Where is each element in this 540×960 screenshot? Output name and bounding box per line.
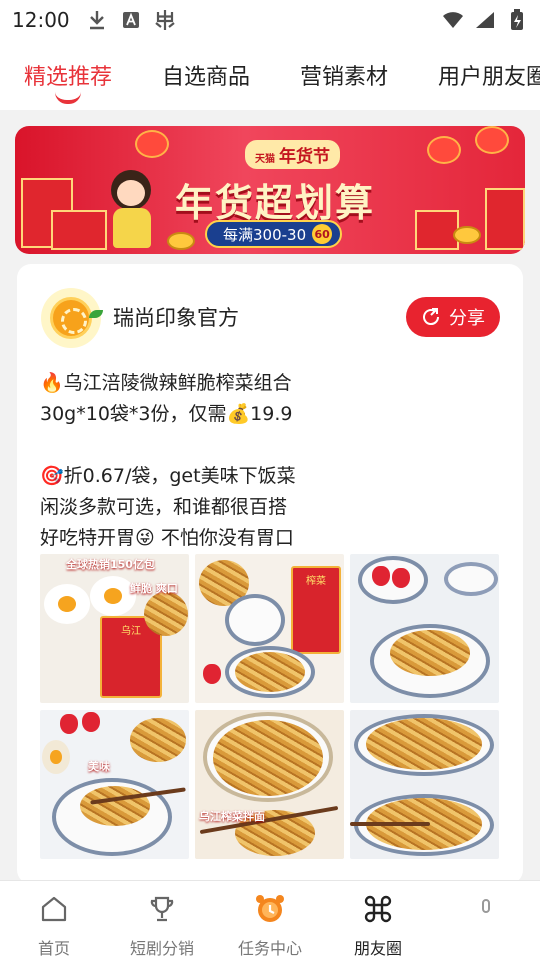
- pickle-dish-image: [130, 718, 186, 762]
- banner-badge-prefix: 天猫: [255, 154, 275, 165]
- tab-recommended[interactable]: 精选推荐: [24, 40, 112, 110]
- post-card: 瑞尚印象官方 分享 🔥乌江涪陵微辣鲜脆榨菜组合 30g*10袋*3份，仅需💰19…: [17, 264, 523, 884]
- store-name[interactable]: 瑞尚印象官方: [113, 302, 239, 332]
- status-bar: 12:00: [0, 0, 540, 40]
- avatar[interactable]: [41, 288, 103, 348]
- post-photo[interactable]: 乌江 全球热销150亿包 鲜脆 爽口: [40, 554, 189, 703]
- leaf-icon: [89, 310, 103, 318]
- pickle-dish-image: [390, 630, 470, 676]
- home-icon: [38, 893, 70, 925]
- nav-short-drama[interactable]: 短剧分销: [108, 881, 216, 960]
- a-icon: [120, 9, 142, 31]
- gift-box-decoration: [415, 210, 459, 250]
- app-icon: [154, 9, 176, 31]
- lantern-decoration: [427, 136, 461, 164]
- post-photo[interactable]: 美味: [40, 710, 189, 859]
- tab-active-indicator: [55, 92, 81, 104]
- lantern-decoration: [135, 130, 169, 158]
- coin-decoration: [453, 226, 481, 244]
- strawberry-image: [203, 664, 221, 684]
- bottom-nav: 首页 短剧分销 任务中心 朋友圈: [0, 880, 540, 960]
- status-time: 12:00: [12, 8, 70, 32]
- banner-promo-badge: 60: [312, 224, 333, 244]
- share-icon: [421, 307, 441, 327]
- post-text: 🔥乌江涪陵微辣鲜脆榨菜组合 30g*10袋*3份，仅需💰19.9 🎯折0.67/…: [40, 372, 296, 549]
- nav-moments[interactable]: 朋友圈: [324, 881, 432, 960]
- strawberry-image: [392, 568, 410, 588]
- banner-badge: 天猫 年货节: [245, 140, 340, 169]
- photo-caption: 全球热销150亿包: [66, 558, 155, 571]
- gift-box-decoration: [485, 188, 525, 250]
- command-icon: [362, 893, 394, 925]
- girl-illustration: [103, 170, 161, 248]
- battery-icon: [506, 9, 528, 31]
- tab-label: 精选推荐: [24, 65, 113, 90]
- trophy-icon: [146, 893, 178, 925]
- post-photo[interactable]: 榨菜: [195, 554, 344, 703]
- orange-logo-icon: [50, 297, 92, 339]
- photo-caption: 美味: [88, 760, 110, 773]
- tab-label: 营销素材: [300, 65, 389, 90]
- lock-icon: [470, 893, 502, 925]
- strawberry-image: [372, 566, 390, 586]
- tab-label: 自选商品: [162, 65, 251, 90]
- download-icon: [86, 9, 108, 31]
- status-icons-right: [442, 9, 528, 31]
- post-photo[interactable]: [350, 554, 499, 703]
- nav-home[interactable]: 首页: [0, 881, 108, 960]
- tab-label: 用户朋友圈: [438, 65, 540, 90]
- pickle-dish-image: [235, 652, 305, 692]
- post-photo[interactable]: [350, 710, 499, 859]
- pickle-dish-image: [80, 786, 150, 826]
- share-label: 分享: [449, 308, 485, 329]
- photo-grid: 乌江 全球热销150亿包 鲜脆 爽口 榨菜 美味 乌江榨菜拌面: [40, 554, 500, 860]
- banner-title: 年货超划算: [175, 181, 376, 225]
- gift-box-decoration: [51, 210, 107, 250]
- tab-marketing-materials[interactable]: 营销素材: [300, 40, 388, 110]
- nav-more[interactable]: [432, 881, 540, 960]
- tab-user-moments[interactable]: 用户朋友圈: [438, 40, 540, 110]
- promo-banner[interactable]: 天猫 年货节 年货超划算 每满300-30 60: [15, 126, 525, 254]
- chopsticks-image: [350, 822, 430, 826]
- photo-caption: 乌江榨菜拌面: [199, 810, 265, 823]
- status-icons-left: [86, 9, 176, 31]
- egg-image: [42, 740, 70, 774]
- strawberry-image: [60, 714, 78, 734]
- nav-label: 朋友圈: [353, 939, 402, 958]
- nav-label: 短剧分销: [129, 939, 194, 958]
- pickle-dish-image: [366, 718, 482, 770]
- nav-task-center[interactable]: 任务中心: [216, 881, 324, 960]
- banner-promo-text: 每满300-30: [223, 225, 307, 244]
- plate-image: [444, 562, 498, 596]
- signal-icon: [474, 9, 496, 31]
- wifi-icon: [442, 9, 464, 31]
- porridge-bowl-image: [225, 594, 285, 646]
- egg-image: [44, 584, 90, 624]
- photo-caption: 鲜脆 爽口: [130, 582, 178, 595]
- coin-decoration: [167, 232, 195, 250]
- lantern-decoration: [475, 126, 509, 154]
- banner-badge-text: 年货节: [279, 147, 330, 167]
- noodle-dish-image: [213, 720, 323, 796]
- alarm-clock-icon: [254, 893, 286, 925]
- nav-label: 首页: [37, 939, 70, 958]
- tab-selected-products[interactable]: 自选商品: [162, 40, 250, 110]
- nav-label: 任务中心: [237, 939, 302, 958]
- banner-promo-pill: 每满300-30 60: [205, 220, 343, 248]
- strawberry-image: [82, 712, 100, 732]
- top-tabs: 精选推荐 自选商品 营销素材 用户朋友圈: [0, 40, 540, 110]
- share-button[interactable]: 分享: [406, 297, 500, 337]
- pickle-packet-image: 榨菜: [291, 566, 341, 654]
- pickle-dish-image: [144, 592, 188, 636]
- post-photo[interactable]: 乌江榨菜拌面: [195, 710, 344, 859]
